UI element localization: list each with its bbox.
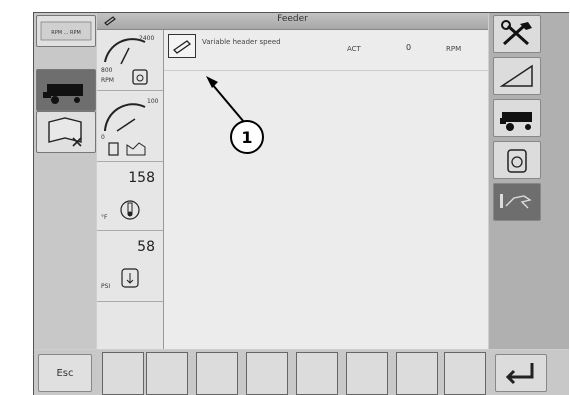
callout-arrow	[206, 76, 245, 123]
callout-marker: 1	[230, 120, 264, 154]
